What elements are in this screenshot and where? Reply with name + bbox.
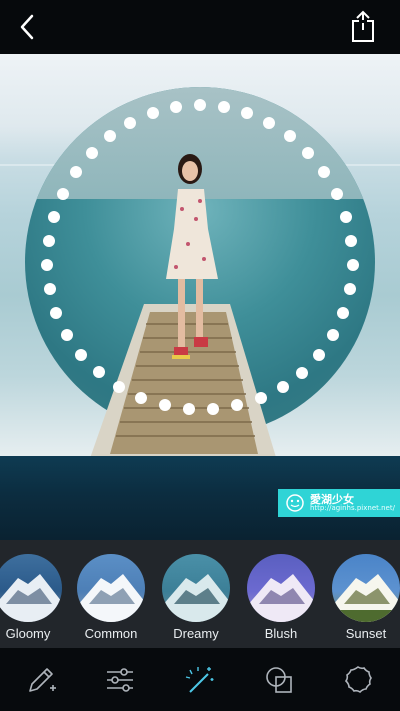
filter-gloomy[interactable]: Gloomy bbox=[0, 554, 64, 644]
filter-thumbnail bbox=[332, 554, 400, 622]
magic-wand-icon[interactable] bbox=[184, 664, 216, 696]
share-icon[interactable] bbox=[348, 10, 378, 44]
pencil-plus-icon[interactable] bbox=[26, 664, 58, 696]
filter-label: Gloomy bbox=[5, 626, 51, 641]
filter-label: Dreamy bbox=[173, 626, 219, 641]
watermark-badge: 愛湖少女 http://aginhs.pixnet.net/ bbox=[278, 489, 400, 517]
bottom-toolbar bbox=[0, 648, 400, 711]
filter-thumbnail bbox=[247, 554, 315, 622]
dot-ring bbox=[41, 99, 359, 415]
filter-sunset[interactable]: Sunset bbox=[330, 554, 400, 644]
filter-thumbnail bbox=[162, 554, 230, 622]
filter-thumbnail bbox=[0, 554, 62, 622]
filter-label: Blush bbox=[264, 626, 298, 641]
filter-thumbnail bbox=[77, 554, 145, 622]
filter-common[interactable]: Common bbox=[75, 554, 147, 644]
photo-canvas[interactable] bbox=[0, 54, 400, 456]
smiley-icon bbox=[286, 494, 304, 512]
overlap-squares-icon[interactable] bbox=[264, 664, 296, 696]
filter-strip: Gloomy Common Dreamy Blush Sunset bbox=[0, 540, 400, 648]
filter-label: Sunset bbox=[345, 626, 387, 641]
scalloped-circle-icon[interactable] bbox=[342, 664, 374, 696]
filter-blush[interactable]: Blush bbox=[245, 554, 317, 644]
filter-label: Common bbox=[84, 626, 138, 641]
filter-dreamy[interactable]: Dreamy bbox=[160, 554, 232, 644]
top-bar bbox=[0, 0, 400, 54]
sliders-icon[interactable] bbox=[104, 664, 136, 696]
watermark-url: http://aginhs.pixnet.net/ bbox=[310, 504, 395, 512]
chevron-left-icon[interactable] bbox=[14, 12, 44, 42]
